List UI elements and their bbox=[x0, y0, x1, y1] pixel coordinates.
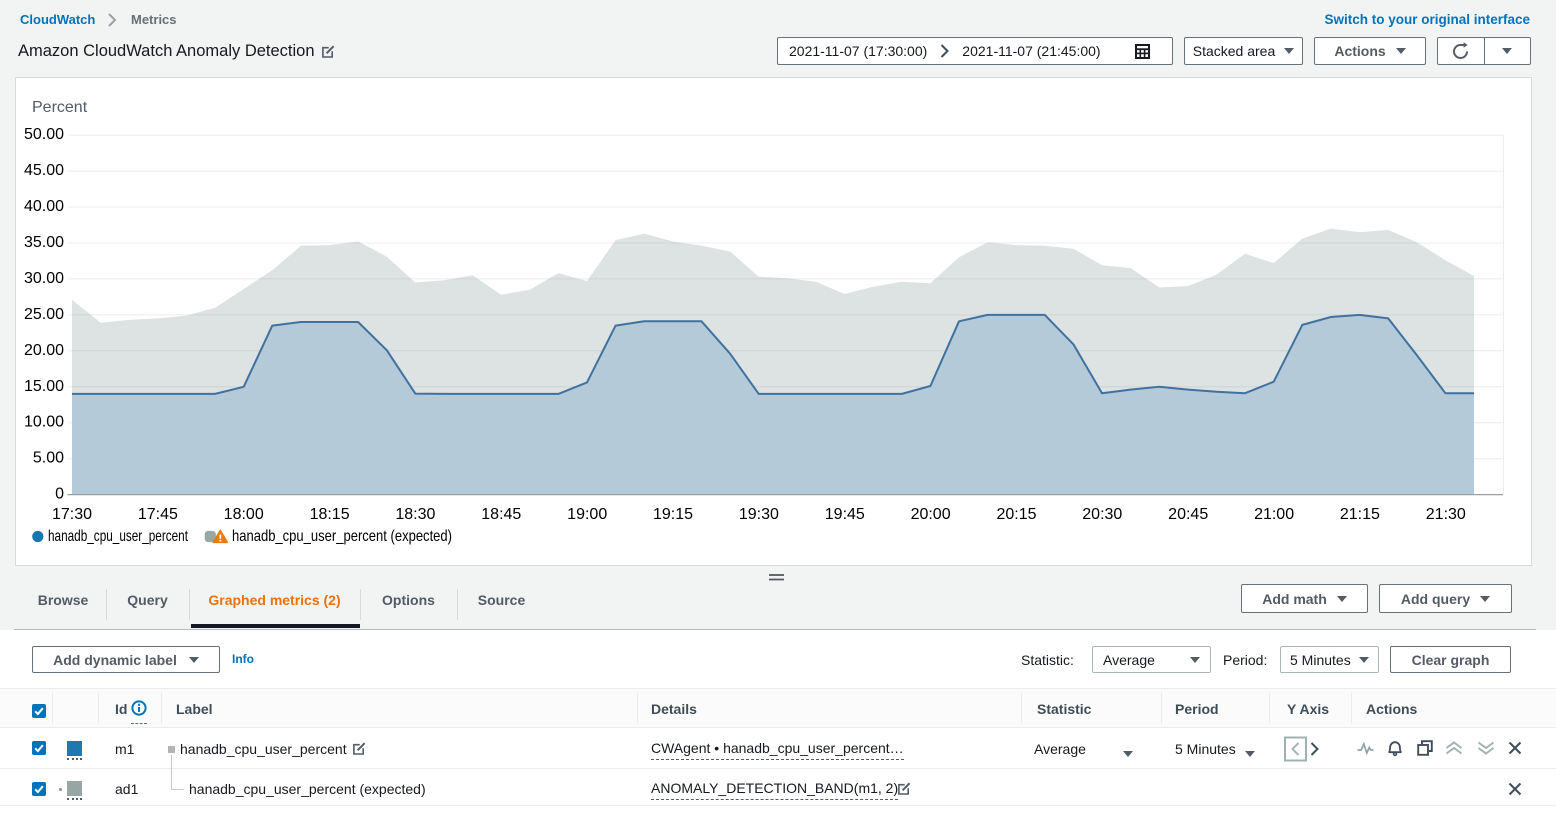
svg-text:19:00: 19:00 bbox=[567, 506, 607, 523]
svg-text:20:00: 20:00 bbox=[911, 506, 951, 523]
svg-text:18:45: 18:45 bbox=[481, 506, 521, 523]
svg-text:25.00: 25.00 bbox=[24, 306, 64, 323]
svg-text:50.00: 50.00 bbox=[24, 126, 64, 143]
svg-text:20:45: 20:45 bbox=[1168, 506, 1208, 523]
svg-text:hanadb_cpu_user_percent (expec: hanadb_cpu_user_percent (expected) bbox=[232, 528, 452, 545]
svg-text:17:45: 17:45 bbox=[138, 506, 178, 523]
svg-text:Percent: Percent bbox=[32, 99, 88, 116]
svg-text:35.00: 35.00 bbox=[24, 234, 64, 251]
svg-text:40.00: 40.00 bbox=[24, 198, 64, 215]
svg-text:20:30: 20:30 bbox=[1082, 506, 1122, 523]
svg-text:21:15: 21:15 bbox=[1340, 506, 1380, 523]
svg-text:21:30: 21:30 bbox=[1426, 506, 1466, 523]
svg-text:19:45: 19:45 bbox=[825, 506, 865, 523]
svg-text:15.00: 15.00 bbox=[24, 378, 64, 395]
svg-text:30.00: 30.00 bbox=[24, 270, 64, 287]
svg-text:19:15: 19:15 bbox=[653, 506, 693, 523]
svg-text:10.00: 10.00 bbox=[24, 414, 64, 431]
svg-text:45.00: 45.00 bbox=[24, 162, 64, 179]
svg-text:18:15: 18:15 bbox=[310, 506, 350, 523]
svg-text:20.00: 20.00 bbox=[24, 342, 64, 359]
svg-text:0: 0 bbox=[55, 486, 64, 503]
svg-text:21:00: 21:00 bbox=[1254, 506, 1294, 523]
svg-text:hanadb_cpu_user_percent: hanadb_cpu_user_percent bbox=[48, 528, 188, 545]
svg-text:18:00: 18:00 bbox=[224, 506, 264, 523]
svg-text:17:30: 17:30 bbox=[52, 506, 92, 523]
svg-text:19:30: 19:30 bbox=[739, 506, 779, 523]
svg-text:5.00: 5.00 bbox=[33, 450, 64, 467]
svg-text:18:30: 18:30 bbox=[395, 506, 435, 523]
svg-text:20:15: 20:15 bbox=[996, 506, 1036, 523]
